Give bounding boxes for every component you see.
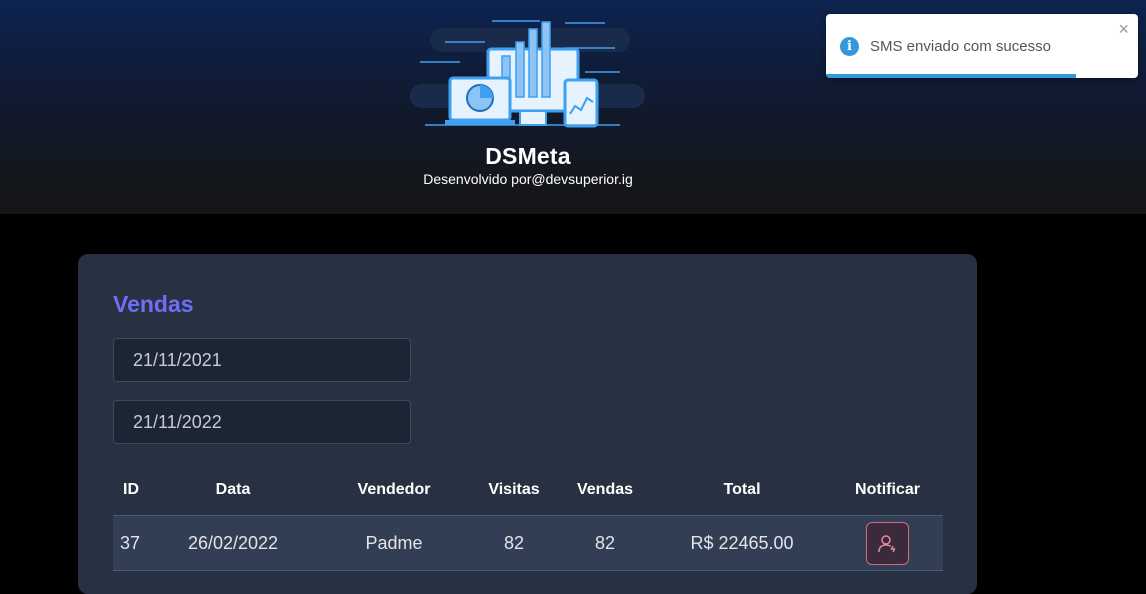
- info-icon: i: [840, 37, 859, 56]
- table-row: 37 26/02/2022 Padme 82 82 R$ 22465.00: [113, 515, 943, 571]
- table-header-row: ID Data Vendedor Visitas Vendas Total No…: [113, 465, 943, 516]
- column-header-total: Total: [723, 481, 761, 498]
- sales-title: Vendas: [113, 291, 194, 317]
- column-header-notify: Notificar: [855, 481, 920, 498]
- cell-seller: Padme: [365, 532, 423, 553]
- app-title: DSMeta: [485, 143, 571, 169]
- sales-card: Vendas ID Data Vendedor Visitas Vendas T…: [78, 254, 977, 594]
- cell-total: R$ 22465.00: [690, 532, 794, 553]
- notify-user-icon: [878, 534, 896, 552]
- cell-deals: 82: [594, 532, 616, 553]
- toast-message: SMS enviado com sucesso: [870, 38, 1051, 55]
- max-date-input[interactable]: [113, 400, 411, 444]
- min-date-input[interactable]: [113, 338, 411, 382]
- close-toast-button[interactable]: ×: [1118, 19, 1129, 40]
- column-header-date: Data: [215, 481, 251, 498]
- app-subtitle: Desenvolvido por@devsuperior.ig: [423, 171, 633, 187]
- column-header-seller: Vendedor: [357, 481, 431, 498]
- notify-button[interactable]: [866, 521, 909, 565]
- cell-date: 26/02/2022: [187, 532, 279, 553]
- cell-id: 37: [120, 532, 141, 553]
- column-header-id: ID: [123, 481, 139, 498]
- dashboard-logo-illustration: [410, 20, 645, 128]
- column-header-deals: Vendas: [576, 481, 634, 498]
- cell-visits: 82: [503, 532, 525, 553]
- toast-progress-bar: [826, 74, 1076, 78]
- column-header-visits: Visitas: [488, 481, 540, 498]
- cell-notify: [832, 516, 943, 571]
- sms-toast: i SMS enviado com sucesso ×: [826, 14, 1138, 78]
- sales-table: ID Data Vendedor Visitas Vendas Total No…: [113, 465, 943, 571]
